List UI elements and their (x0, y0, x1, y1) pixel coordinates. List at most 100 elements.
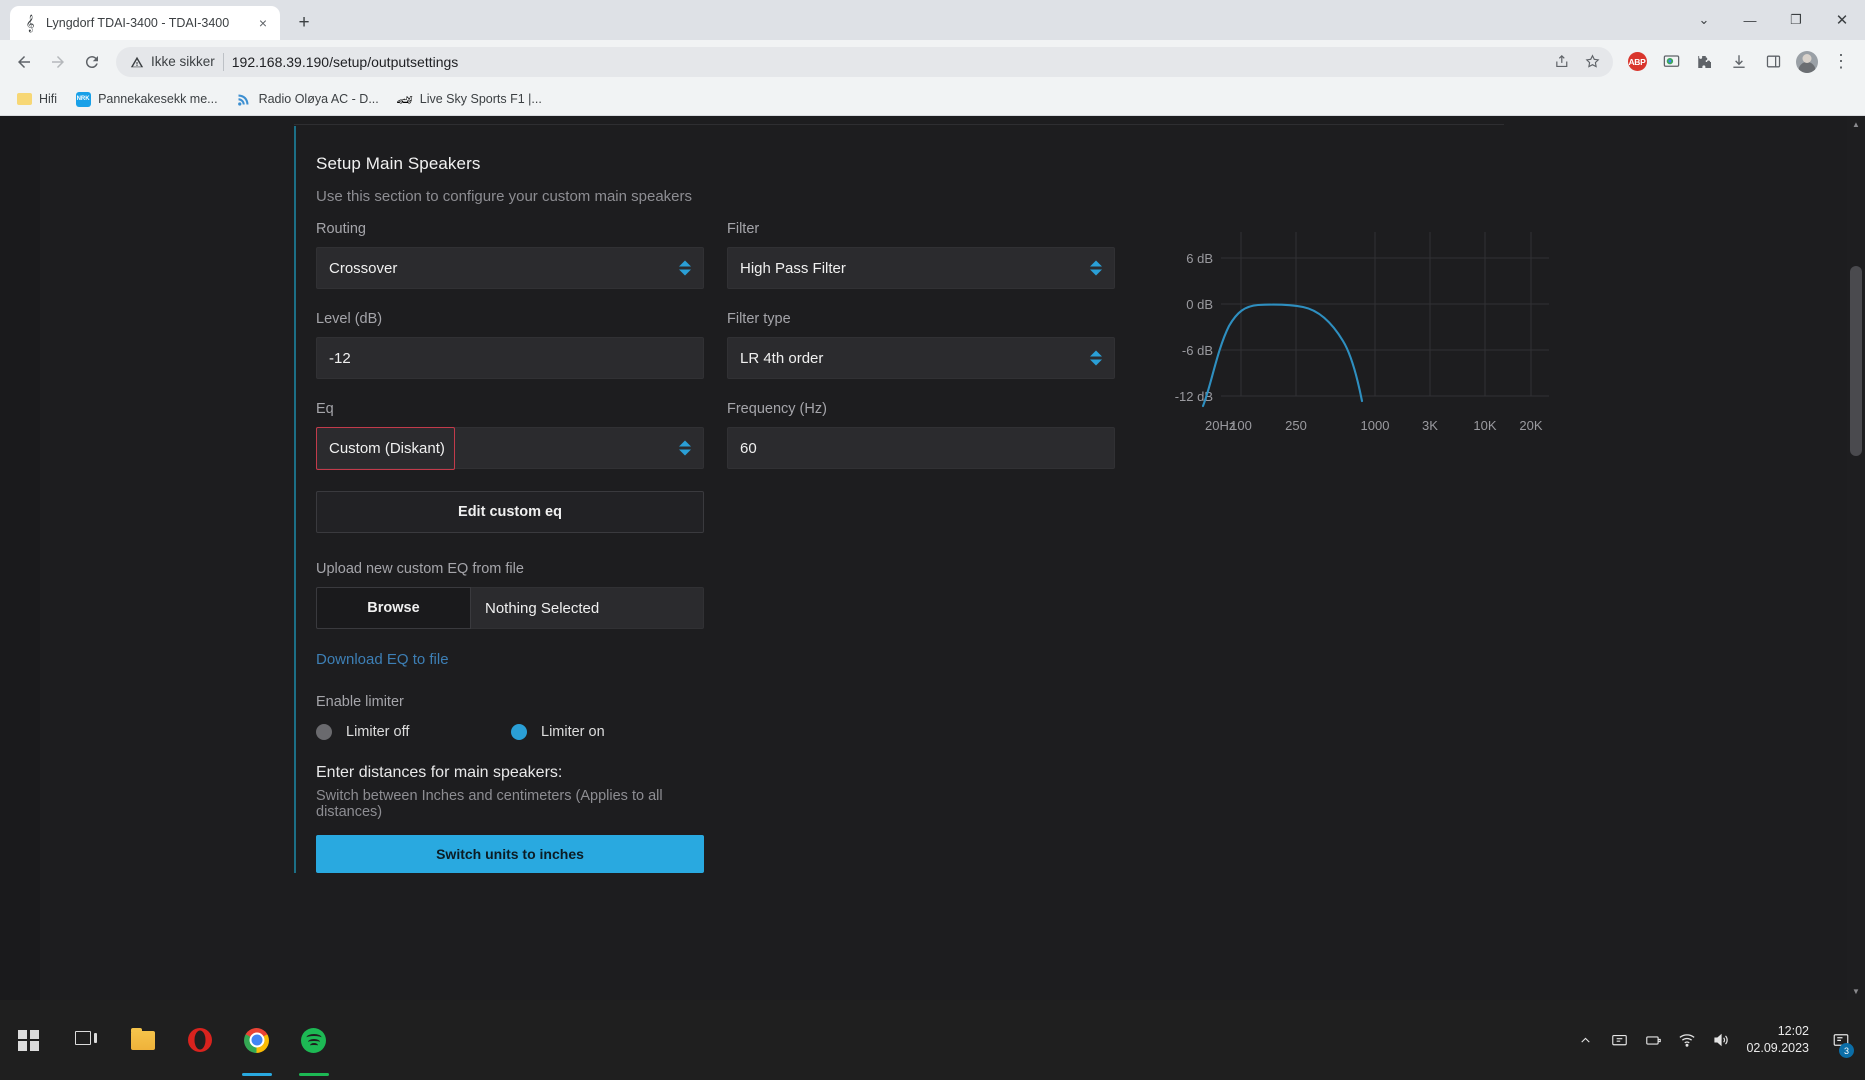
close-icon[interactable]: × (254, 14, 272, 32)
form-column-right: Filter High Pass Filter Filter type LR 4… (727, 221, 1115, 873)
chrome-cast-extension-icon[interactable] (1655, 46, 1687, 78)
web-page: Setup Main Speakers Use this section to … (0, 116, 1847, 1000)
tray-chevron-up-icon[interactable] (1568, 1000, 1602, 1080)
browse-button[interactable]: Browse (316, 587, 471, 629)
tray-usb-icon[interactable] (1636, 1000, 1670, 1080)
extensions-puzzle-icon[interactable] (1689, 46, 1721, 78)
chevron-updown-icon[interactable] (679, 261, 691, 276)
browser-menu-icon[interactable]: ⋮ (1825, 46, 1857, 78)
radio-limiter-off[interactable]: Limiter off (316, 724, 511, 740)
field-level: Level (dB) -12 (316, 311, 704, 379)
download-eq-link[interactable]: Download EQ to file (316, 651, 449, 668)
window-controls: ⌄ — ❐ ✕ (1681, 0, 1865, 40)
scroll-up-icon[interactable]: ▲ (1847, 116, 1865, 133)
minimize-button[interactable]: — (1727, 0, 1773, 40)
tray-wifi-icon[interactable] (1670, 1000, 1704, 1080)
upload-eq-label: Upload new custom EQ from file (316, 561, 704, 577)
routing-value: Crossover (329, 260, 397, 277)
field-routing: Routing Crossover (316, 221, 704, 289)
reload-icon[interactable] (76, 46, 108, 78)
bookmark-hifi[interactable]: Hifi (8, 87, 65, 111)
not-secure-indicator[interactable]: Ikke sikker (130, 54, 215, 69)
bookmark-label: Live Sky Sports F1 |... (420, 92, 542, 106)
routing-select[interactable]: Crossover (316, 247, 704, 289)
edit-custom-eq-button[interactable]: Edit custom eq (316, 491, 704, 533)
chevron-updown-icon[interactable] (679, 441, 691, 456)
chart-xtick-5: 10K (1473, 418, 1496, 433)
page-title: Setup Main Speakers (316, 154, 1504, 174)
distances-title: Enter distances for main speakers: (316, 764, 704, 782)
taskbar-item-task-view[interactable] (57, 1000, 114, 1080)
tab-title: Lyngdorf TDAI-3400 - TDAI-3400 (46, 16, 246, 30)
chevron-updown-icon[interactable] (1090, 261, 1102, 276)
bookmark-label: Pannekakesekk me... (98, 92, 218, 106)
system-tray: 12:02 02.09.2023 3 (1568, 1000, 1865, 1080)
switch-units-button[interactable]: Switch units to inches (316, 835, 704, 873)
new-tab-button[interactable]: + (290, 9, 318, 37)
folder-icon (16, 91, 32, 107)
forward-icon[interactable] (42, 46, 74, 78)
level-value: -12 (329, 350, 351, 367)
page-scrollbar[interactable]: ▲ ▼ (1847, 116, 1865, 1000)
taskbar-item-opera[interactable] (171, 1000, 228, 1080)
chart-xtick-3: 1000 (1361, 418, 1390, 433)
chart-xtick-4: 3K (1422, 418, 1438, 433)
file-upload-row: Browse Nothing Selected (316, 587, 704, 629)
eq-label: Eq (316, 401, 704, 417)
nrk-icon: NRK (75, 91, 91, 107)
rss-icon (236, 91, 252, 107)
maximize-button[interactable]: ❐ (1773, 0, 1819, 40)
close-window-button[interactable]: ✕ (1819, 0, 1865, 40)
tab-lyngdorf[interactable]: 𝄞 Lyngdorf TDAI-3400 - TDAI-3400 × (10, 6, 280, 40)
downloads-icon[interactable] (1723, 46, 1755, 78)
chevron-updown-icon[interactable] (1090, 351, 1102, 366)
bookmarks-bar: Hifi NRK Pannekakesekk me... Radio Oløya… (0, 83, 1865, 116)
frequency-label: Frequency (Hz) (727, 401, 1115, 417)
taskbar-item-file-explorer[interactable] (114, 1000, 171, 1080)
share-icon[interactable] (1549, 49, 1575, 75)
frequency-input[interactable]: 60 (727, 427, 1115, 469)
filter-select[interactable]: High Pass Filter (727, 247, 1115, 289)
bookmark-pannekakesekk[interactable]: NRK Pannekakesekk me... (67, 87, 226, 111)
scroll-down-icon[interactable]: ▼ (1847, 983, 1865, 1000)
task-view-icon (75, 1031, 97, 1049)
bookmark-radio-oloya[interactable]: Radio Oløya AC - D... (228, 87, 387, 111)
tray-volume-icon[interactable] (1704, 1000, 1738, 1080)
taskbar-clock[interactable]: 12:02 02.09.2023 (1738, 1000, 1823, 1080)
chevron-down-icon[interactable]: ⌄ (1681, 0, 1727, 40)
opera-icon (188, 1028, 212, 1052)
music-note-icon: 𝄞 (22, 15, 38, 31)
windows-taskbar: 12:02 02.09.2023 3 (0, 1000, 1865, 1080)
chart-ytick-0: 6 dB (1186, 251, 1213, 266)
back-icon[interactable] (8, 46, 40, 78)
adblock-plus-icon[interactable]: ABP (1621, 46, 1653, 78)
chart-gridlines-vertical (1241, 232, 1531, 396)
filter-response-chart: 6 dB 0 dB -6 dB -12 dB 20Hz 100 250 1000… (1153, 226, 1553, 441)
filter-type-select[interactable]: LR 4th order (727, 337, 1115, 379)
scrollbar-thumb[interactable] (1850, 266, 1862, 456)
filter-value: High Pass Filter (740, 260, 846, 277)
star-icon[interactable] (1579, 49, 1605, 75)
chart-series-high-pass-response (1203, 305, 1362, 406)
side-panel-icon[interactable] (1757, 46, 1789, 78)
tray-device-icon[interactable] (1602, 1000, 1636, 1080)
limiter-radio-group: Limiter off Limiter on (316, 724, 704, 740)
bookmark-live-sky-sports-f1[interactable]: 🏎 Live Sky Sports F1 |... (389, 87, 550, 111)
limiter-off-label: Limiter off (346, 724, 409, 740)
chart-xtick-2: 250 (1285, 418, 1307, 433)
active-app-indicator (299, 1073, 329, 1076)
field-eq: Eq Custom (Diskant) (316, 401, 704, 469)
taskbar-item-spotify[interactable] (285, 1000, 342, 1080)
chart-xtick-6: 20K (1519, 418, 1542, 433)
avatar[interactable] (1791, 46, 1823, 78)
taskbar-item-start[interactable] (0, 1000, 57, 1080)
radio-limiter-on[interactable]: Limiter on (511, 724, 605, 740)
page-content: Setup Main Speakers Use this section to … (40, 116, 1847, 1000)
level-input[interactable]: -12 (316, 337, 704, 379)
eq-select[interactable]: Custom (Diskant) (316, 427, 704, 469)
notification-center-button[interactable]: 3 (1823, 1000, 1859, 1080)
taskbar-item-chrome[interactable] (228, 1000, 285, 1080)
filter-type-label: Filter type (727, 311, 1115, 327)
address-bar[interactable]: Ikke sikker 192.168.39.190/setup/outputs… (116, 47, 1613, 77)
browser-window: 𝄞 Lyngdorf TDAI-3400 - TDAI-3400 × + ⌄ —… (0, 0, 1865, 1000)
